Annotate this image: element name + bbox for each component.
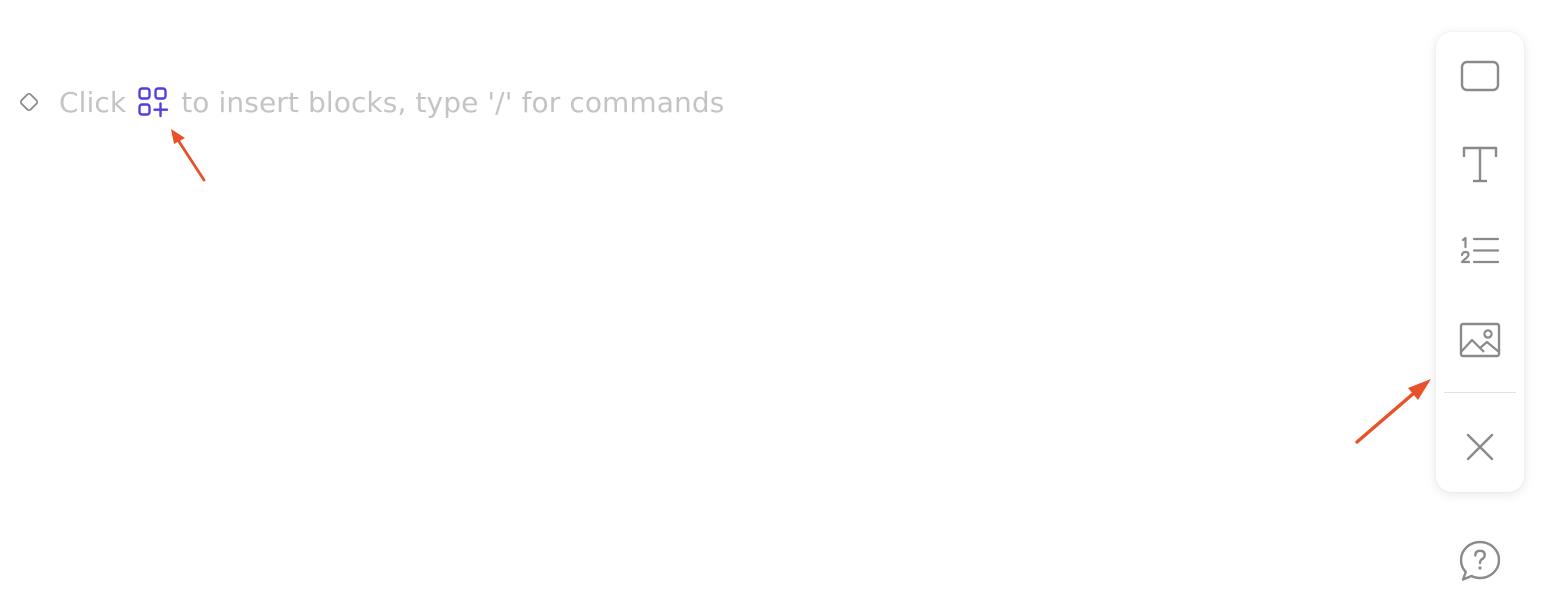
toolbar-close-button[interactable] bbox=[1436, 415, 1524, 479]
block-handle[interactable] bbox=[14, 87, 44, 117]
annotation-arrow-icon bbox=[1355, 379, 1431, 444]
annotation-arrow-icon bbox=[171, 129, 206, 182]
block-toolbar bbox=[1436, 32, 1524, 492]
empty-block-placeholder[interactable]: Click to insert blocks, type '/' for com… bbox=[14, 84, 724, 120]
numbered-list-icon bbox=[1460, 236, 1500, 264]
placeholder-text-rest: to insert blocks, type '/' for commands bbox=[181, 85, 725, 119]
toolbar-numbered-list-button[interactable] bbox=[1436, 220, 1524, 284]
toolbar-image-button[interactable] bbox=[1436, 308, 1524, 372]
image-icon bbox=[1459, 322, 1501, 358]
close-icon bbox=[1466, 433, 1494, 461]
add-block-grid-icon bbox=[138, 87, 169, 118]
toolbar-divider bbox=[1444, 392, 1516, 393]
insert-block-button[interactable] bbox=[136, 85, 170, 119]
editor-canvas[interactable]: Click to insert blocks, type '/' for com… bbox=[0, 0, 1562, 614]
help-button[interactable] bbox=[1452, 536, 1508, 586]
text-t-icon bbox=[1462, 146, 1498, 183]
placeholder-text-click: Click bbox=[59, 85, 127, 119]
toolbar-text-button[interactable] bbox=[1436, 132, 1524, 196]
diamond-icon bbox=[19, 92, 39, 112]
toolbar-rectangle-button[interactable] bbox=[1436, 44, 1524, 108]
help-bubble-icon bbox=[1459, 540, 1501, 581]
rectangle-icon bbox=[1460, 60, 1500, 92]
